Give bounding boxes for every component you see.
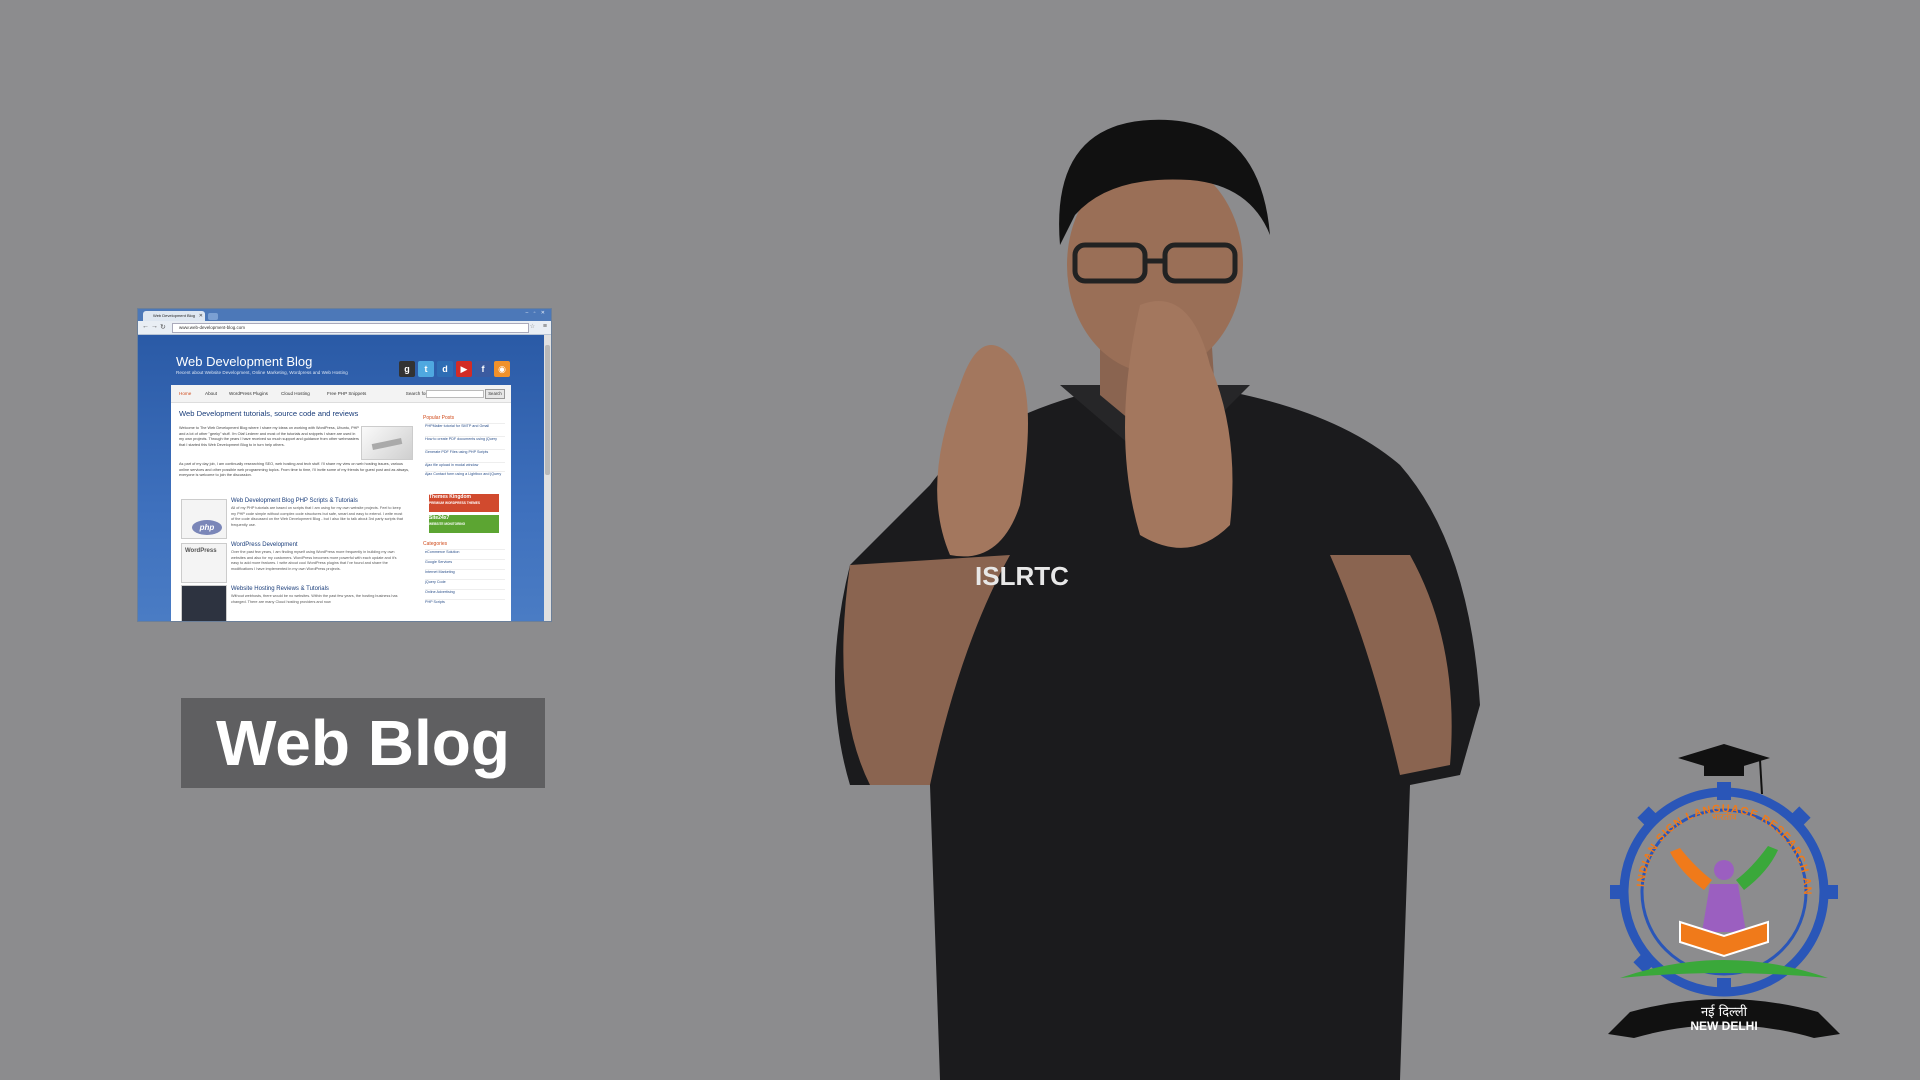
browser-tab-title: Web Development Blog	[153, 313, 195, 318]
ad-name: Site24x7	[429, 515, 450, 521]
popular-post-link[interactable]: How to create PDF documents using jQuery	[425, 436, 505, 442]
post-title[interactable]: Website Hosting Reviews & Tutorials	[231, 586, 329, 592]
wordpress-logo: WordPress	[185, 548, 217, 554]
delicious-icon[interactable]: d	[437, 361, 453, 377]
browser-viewport: Web Development Blog Recent about Websit…	[138, 335, 544, 621]
post-thumbnail[interactable]: php	[181, 499, 227, 539]
shirt-logo-text: ISLRTC	[975, 561, 1069, 591]
twitter-icon[interactable]: t	[418, 361, 434, 377]
page-heading: Web Development tutorials, source code a…	[179, 409, 359, 418]
caption-label: Web Blog	[181, 698, 545, 788]
ad-banner[interactable]: Site24x7 WEBSITE MONITORING	[429, 515, 499, 533]
post-excerpt: Over the past few years, I am finding my…	[231, 550, 397, 571]
search-button[interactable]: Search	[485, 389, 505, 399]
popular-post-link[interactable]: PHPMailer tutorial for SMTP and Gmail	[425, 423, 505, 429]
facebook-icon[interactable]: f	[475, 361, 491, 377]
post-thumbnail[interactable]: WordPress	[181, 543, 227, 583]
search-label: Search for	[405, 391, 427, 396]
reload-icon[interactable]: ↻	[160, 323, 166, 331]
logo-hindi-text: भारतीय	[1711, 811, 1737, 823]
islrtc-logo: INDIAN SIGN LANGUAGE RESEARCH AND TRAINI…	[1600, 742, 1840, 1038]
nav-home[interactable]: Home	[179, 391, 191, 396]
intro-text: Welcome to The Web Development Blog wher…	[179, 426, 359, 447]
presenter-figure: ISLRTC	[835, 119, 1480, 1080]
site-nav: Home About WordPress Plugins Cloud Hosti…	[171, 385, 511, 403]
category-link[interactable]: Online Advertising	[425, 589, 505, 595]
ad-banner[interactable]: Themes Kingdom PREMIUM WORDPRESS THEMES	[429, 494, 499, 512]
address-bar-url: www.web-development-blog.com	[179, 325, 246, 330]
window-controls[interactable]: – ▫ ✕	[525, 310, 547, 316]
address-bar[interactable]: www.web-development-blog.com	[172, 323, 529, 333]
browser-toolbar: ← → ↻ www.web-development-blog.com ☆ ≡	[138, 321, 551, 335]
category-link[interactable]: PHP Scripts	[425, 599, 505, 605]
popular-post-link[interactable]: Ajax Contact form using a Lightbox and j…	[425, 471, 505, 477]
category-link[interactable]: jQuery Code	[425, 579, 505, 585]
rss-icon[interactable]: ◉	[494, 361, 510, 377]
browser-tab[interactable]: Web Development Blog ✕	[143, 311, 205, 321]
post-title[interactable]: Web Development Blog PHP Scripts & Tutor…	[231, 498, 358, 504]
back-icon[interactable]: ←	[142, 323, 149, 330]
intro-text-2: As part of my day job, I am continually …	[179, 462, 410, 478]
ad-tag: WEBSITE MONITORING	[429, 522, 466, 526]
php-logo: php	[192, 520, 222, 535]
ad-tag: PREMIUM WORDPRESS THEMES	[429, 501, 481, 505]
category-link[interactable]: Internet Marketing	[425, 569, 505, 575]
post-title[interactable]: WordPress Development	[231, 542, 298, 548]
forward-icon[interactable]: →	[151, 323, 158, 330]
popular-post-link[interactable]: Ajax file upload in modal window	[425, 462, 505, 468]
post-excerpt: All of my PHP tutorials are based on scr…	[231, 506, 403, 527]
menu-icon[interactable]: ≡	[543, 323, 547, 330]
categories-heading: Categories	[423, 541, 448, 547]
new-tab-button[interactable]	[208, 313, 218, 320]
browser-screenshot: Web Development Blog ✕ – ▫ ✕ ← → ↻ www.w…	[137, 308, 552, 622]
popular-posts-heading: Popular Posts	[423, 415, 455, 421]
bookmark-star-icon[interactable]: ☆	[530, 323, 535, 330]
logo-city: NEW DELHI	[1690, 1019, 1757, 1033]
post-excerpt: Without webhosts, there would be no webs…	[231, 594, 398, 604]
scrollbar-thumb[interactable]	[545, 345, 550, 475]
browser-scrollbar[interactable]	[544, 335, 551, 621]
search-input[interactable]	[426, 390, 484, 398]
category-link[interactable]: eCommerce Solution	[425, 549, 505, 555]
site-page: Home About WordPress Plugins Cloud Hosti…	[171, 385, 511, 621]
nav-free-php-snippets[interactable]: Free PHP Snippets	[327, 391, 366, 396]
close-icon[interactable]: ✕	[199, 311, 203, 321]
nav-cloud-hosting[interactable]: Cloud Hosting	[281, 391, 310, 396]
browser-tabstrip: Web Development Blog ✕ – ▫ ✕	[138, 309, 551, 321]
site-tagline: Recent about Website Development, Online…	[176, 370, 348, 375]
nav-about[interactable]: About	[205, 391, 217, 396]
category-link[interactable]: Google Services	[425, 559, 505, 565]
social-icons: g t d ▶ f ◉	[399, 361, 510, 377]
ad-name: Themes Kingdom	[429, 494, 471, 500]
intro-image	[361, 426, 413, 460]
youtube-icon[interactable]: ▶	[456, 361, 472, 377]
google-plus-icon[interactable]: g	[399, 361, 415, 377]
logo-city-hindi: नई दिल्ली	[1701, 1004, 1748, 1020]
popular-post-link[interactable]: Generate PDF Files using PHP Scripts	[425, 449, 505, 455]
nav-wordpress-plugins[interactable]: WordPress Plugins	[229, 391, 268, 396]
site-title[interactable]: Web Development Blog	[176, 354, 312, 369]
post-thumbnail[interactable]	[181, 585, 227, 621]
